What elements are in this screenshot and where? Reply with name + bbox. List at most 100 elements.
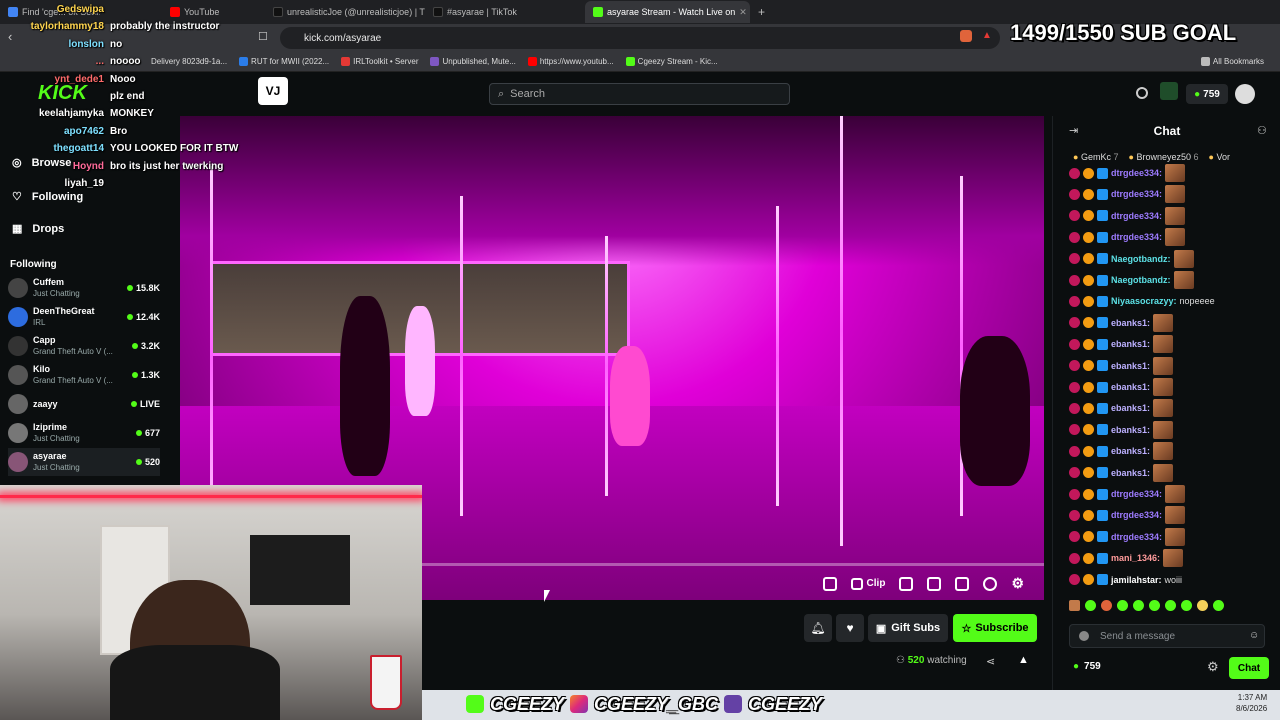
- chat-message[interactable]: ebanks1:: [1069, 442, 1174, 461]
- bookmark-item[interactable]: Unpublished, Mute...: [424, 57, 521, 66]
- emote-icon[interactable]: [1165, 600, 1176, 611]
- chat-username[interactable]: ebanks1:: [1111, 403, 1150, 413]
- chat-username[interactable]: dtrgdee334:: [1111, 168, 1162, 178]
- chat-message[interactable]: dtrgdee334:: [1069, 228, 1186, 247]
- chat-message[interactable]: Naegotbandz:: [1069, 249, 1194, 268]
- sidebar-item-capp[interactable]: Capp Grand Theft Auto V (... 3.2K: [8, 332, 160, 360]
- chat-username[interactable]: Naegotbandz:: [1111, 254, 1171, 264]
- sidebar-item-deenthegreat[interactable]: DeenTheGreat IRL 12.4K: [8, 303, 160, 331]
- back-icon[interactable]: ‹: [8, 29, 12, 44]
- notification-bell-button[interactable]: 🔔︎: [804, 614, 832, 642]
- chat-users-icon[interactable]: ⚇: [1257, 124, 1267, 137]
- vj-logo-icon[interactable]: VJ: [258, 77, 288, 105]
- emote-icon[interactable]: [1197, 600, 1208, 611]
- chat-message[interactable]: dtrgdee334:: [1069, 527, 1186, 546]
- chat-message[interactable]: dtrgdee334:: [1069, 164, 1186, 182]
- chat-username[interactable]: dtrgdee334:: [1111, 211, 1162, 221]
- gift-subs-button[interactable]: ▣ Gift Subs: [868, 614, 948, 642]
- browser-tab[interactable]: unrealisticJoe (@unrealisticjoe) | TikT.…: [265, 1, 425, 23]
- chat-username[interactable]: dtrgdee334:: [1111, 232, 1162, 242]
- chat-message[interactable]: dtrgdee334:: [1069, 485, 1186, 503]
- chat-message[interactable]: ebanks1:: [1069, 463, 1174, 482]
- report-icon[interactable]: ▲: [1018, 654, 1029, 666]
- send-chat-button[interactable]: Chat: [1229, 657, 1269, 679]
- chat-input[interactable]: Send a message: [1069, 624, 1265, 648]
- chat-badge-icon[interactable]: [1079, 631, 1089, 641]
- gifter[interactable]: ● GemKc 7: [1073, 152, 1119, 162]
- url-field[interactable]: kick.com/asyarae: [280, 27, 1000, 49]
- sidebar-item-kilo[interactable]: Kilo Grand Theft Auto V (... 1.3K: [8, 361, 160, 389]
- follow-button[interactable]: ♥: [836, 614, 864, 642]
- chat-username[interactable]: Niyaasocrazyy:: [1111, 296, 1177, 306]
- fullscreen-icon[interactable]: [955, 576, 970, 591]
- emote-icon[interactable]: [1213, 600, 1224, 611]
- theater-icon[interactable]: [927, 576, 942, 591]
- bookmark-icon[interactable]: ☐: [258, 30, 268, 43]
- emote-icon[interactable]: [1085, 600, 1096, 611]
- settings-icon[interactable]: ⚙: [1011, 575, 1024, 592]
- chat-message[interactable]: dtrgdee334:: [1069, 185, 1186, 204]
- chat-message[interactable]: jamilahstar: woiii: [1069, 571, 1182, 589]
- chat-message[interactable]: ebanks1:: [1069, 335, 1174, 354]
- emote-icon[interactable]: [1117, 600, 1128, 611]
- emote-icon[interactable]: [1133, 600, 1144, 611]
- chat-username[interactable]: mani_1346:: [1111, 553, 1160, 563]
- chat-username[interactable]: ebanks1:: [1111, 446, 1150, 456]
- close-tab-icon[interactable]: ✕: [739, 7, 747, 18]
- chat-username[interactable]: ebanks1:: [1111, 339, 1150, 349]
- chat-username[interactable]: dtrgdee334:: [1111, 510, 1162, 520]
- miniplayer-icon[interactable]: [822, 576, 837, 591]
- gifter[interactable]: ● Browneyez50 6: [1129, 152, 1199, 162]
- extension-icon[interactable]: [960, 30, 972, 42]
- quality-icon[interactable]: [983, 576, 998, 591]
- search-input[interactable]: ⌕ Search: [489, 83, 790, 105]
- system-clock[interactable]: 1:37 AM 8/6/2026: [1236, 692, 1267, 714]
- chat-username[interactable]: dtrgdee334:: [1111, 532, 1162, 542]
- chat-username[interactable]: ebanks1:: [1111, 318, 1150, 328]
- captions-icon[interactable]: [899, 576, 914, 591]
- chat-balance[interactable]: ● 759: [1073, 661, 1101, 672]
- chat-username[interactable]: ebanks1:: [1111, 361, 1150, 371]
- chat-username[interactable]: jamilahstar:: [1111, 575, 1162, 585]
- bookmark-item[interactable]: https://www.youtub...: [522, 57, 620, 66]
- chat-message[interactable]: ebanks1:: [1069, 399, 1174, 418]
- chat-username[interactable]: Naegotbandz:: [1111, 275, 1171, 285]
- balance-badge[interactable]: ● 759: [1186, 84, 1228, 104]
- dashboard-icon[interactable]: [1160, 82, 1178, 100]
- sidebar-item-asyarae[interactable]: asyarae Just Chatting 520: [8, 448, 160, 476]
- chat-message[interactable]: ebanks1:: [1069, 356, 1174, 375]
- browser-tab[interactable]: #asyarae | TikTok: [425, 1, 585, 23]
- chat-username[interactable]: ebanks1:: [1111, 468, 1150, 478]
- chat-message[interactable]: mani_1346:: [1069, 549, 1184, 568]
- browser-tab-active[interactable]: asyarae Stream - Watch Live on ✕: [585, 1, 750, 23]
- warning-icon[interactable]: ▲: [982, 30, 992, 41]
- notifications-icon[interactable]: [1136, 87, 1148, 99]
- all-bookmarks[interactable]: All Bookmarks: [1195, 57, 1270, 66]
- sidebar-item-iziprime[interactable]: Iziprime Just Chatting 677: [8, 419, 160, 447]
- chat-message[interactable]: dtrgdee334:: [1069, 506, 1186, 525]
- emote-icon[interactable]: [1101, 600, 1112, 611]
- chat-username[interactable]: ebanks1:: [1111, 425, 1150, 435]
- sidebar-item-zaayy[interactable]: zaayy LIVE: [8, 390, 160, 418]
- chat-username[interactable]: dtrgdee334:: [1111, 189, 1162, 199]
- chat-username[interactable]: dtrgdee334:: [1111, 489, 1162, 499]
- emote-icon[interactable]: [1181, 600, 1192, 611]
- emote-icon[interactable]: [1069, 600, 1080, 611]
- chat-message[interactable]: ebanks1:: [1069, 378, 1174, 396]
- avatar[interactable]: [1235, 84, 1255, 104]
- clip-button[interactable]: Clip: [850, 577, 885, 590]
- chat-username[interactable]: ebanks1:: [1111, 382, 1150, 392]
- gifter[interactable]: ● Vor: [1209, 152, 1230, 162]
- emote-icon[interactable]: [1149, 600, 1160, 611]
- bookmark-item[interactable]: RUT for MWII (2022...: [233, 57, 335, 66]
- new-tab-button[interactable]: +: [750, 1, 773, 23]
- sidebar-item-drops[interactable]: ▦ Drops: [12, 222, 64, 236]
- chat-message[interactable]: Niyaasocrazyy: nopeeee: [1069, 292, 1215, 310]
- chat-message[interactable]: Naegotbandz:: [1069, 271, 1194, 289]
- emoji-icon[interactable]: ☺: [1249, 630, 1259, 641]
- chat-message[interactable]: dtrgdee334:: [1069, 206, 1186, 225]
- sidebar-item-following[interactable]: ♡ Following: [12, 190, 83, 204]
- subscribe-button[interactable]: ☆ Subscribe: [953, 614, 1037, 642]
- browser-tab[interactable]: YouTube: [100, 1, 265, 23]
- chat-settings-icon[interactable]: ⚙: [1207, 659, 1219, 675]
